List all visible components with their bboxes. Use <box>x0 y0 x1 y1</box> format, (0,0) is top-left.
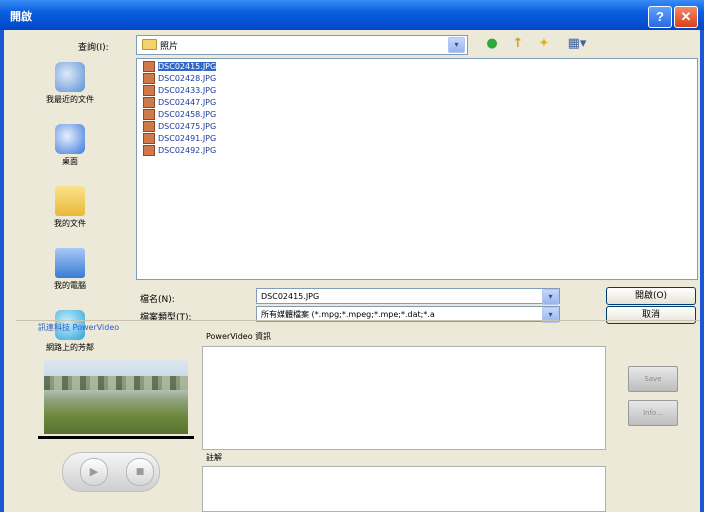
place-label: 我最近的文件 <box>46 95 94 104</box>
window-frame-left <box>0 30 4 512</box>
lookin-combo[interactable] <box>136 35 468 55</box>
lookin-value: 照片 <box>160 42 179 52</box>
up-folder-icon[interactable]: ↑ <box>510 36 526 52</box>
file-name: DSC02475.JPG <box>158 122 217 131</box>
folder-icon <box>142 39 157 50</box>
place-desktop[interactable]: 桌面 <box>16 124 124 182</box>
notes-label: 註解 <box>206 453 222 462</box>
notes-box[interactable] <box>202 466 606 512</box>
filename-label: 檔名(N): <box>140 295 175 305</box>
file-item[interactable]: DSC02447.JPG <box>143 97 216 109</box>
window-title: 開啟 <box>10 11 32 23</box>
file-item[interactable]: DSC02492.JPG <box>143 145 216 157</box>
close-button[interactable]: ✕ <box>674 6 698 28</box>
play-icon[interactable]: ▶ <box>80 458 108 486</box>
back-icon[interactable]: ● <box>484 36 500 52</box>
place-recent[interactable]: 我最近的文件 <box>16 62 124 120</box>
cancel-button[interactable]: 取消 <box>606 306 696 324</box>
place-label: 桌面 <box>62 157 78 166</box>
divider <box>16 320 700 321</box>
desktop-icon <box>55 124 85 154</box>
jpg-file-icon <box>143 85 155 96</box>
lookin-dropdown-arrow[interactable]: ▾ <box>448 37 465 53</box>
place-my-documents[interactable]: 我的文件 <box>16 186 124 244</box>
place-label: 我的電腦 <box>54 281 86 290</box>
place-label: 網路上的芳鄰 <box>46 343 94 352</box>
preview-progress-bar[interactable] <box>38 436 194 439</box>
help-button[interactable]: ? <box>648 6 672 28</box>
jpg-file-icon <box>143 73 155 84</box>
preview-thumbnail-treeline <box>44 376 188 390</box>
file-name: DSC02492.JPG <box>158 146 217 155</box>
jpg-file-icon <box>143 121 155 132</box>
new-folder-icon[interactable]: ✦ <box>536 36 552 52</box>
stop-icon[interactable]: ■ <box>126 458 154 486</box>
title-bar <box>0 0 704 30</box>
view-menu-icon[interactable]: ▦▾ <box>562 36 592 52</box>
file-name: DSC02447.JPG <box>158 98 217 107</box>
filetype-label: 檔案類型(T): <box>140 313 192 323</box>
place-label: 我的文件 <box>54 219 86 228</box>
window-frame-right <box>700 30 704 512</box>
my-documents-icon <box>55 186 85 216</box>
open-button[interactable]: 開啟(O) <box>606 287 696 305</box>
file-name: DSC02428.JPG <box>158 74 217 83</box>
file-item[interactable]: DSC02458.JPG <box>143 109 216 121</box>
lookin-label: 查詢(I): <box>78 43 109 53</box>
jpg-file-icon <box>143 109 155 120</box>
filename-dropdown-arrow[interactable]: ▾ <box>542 289 559 305</box>
info-label: PowerVideo 資訊 <box>206 332 272 341</box>
places-bar: 我最近的文件 桌面 我的文件 我的電腦 網路上的芳鄰 <box>16 58 124 352</box>
jpg-file-icon <box>143 97 155 108</box>
file-name: DSC02433.JPG <box>158 86 217 95</box>
recent-docs-icon <box>55 62 85 92</box>
jpg-file-icon <box>143 145 155 156</box>
file-item[interactable]: DSC02475.JPG <box>143 121 216 133</box>
preview-thumbnail <box>44 360 188 434</box>
info-button[interactable]: Info... <box>628 400 678 426</box>
file-list[interactable]: DSC02415.JPG DSC02428.JPG DSC02433.JPG D… <box>136 58 698 280</box>
place-my-computer[interactable]: 我的電腦 <box>16 248 124 306</box>
jpg-file-icon <box>143 61 155 72</box>
preview-tab-label[interactable]: 訊連科技 PowerVideo <box>38 322 119 333</box>
save-button[interactable]: Save <box>628 366 678 392</box>
file-item[interactable]: DSC02491.JPG <box>143 133 216 145</box>
filename-field[interactable]: DSC02415.JPG <box>256 288 560 304</box>
file-name: DSC02415.JPG <box>158 62 217 71</box>
file-item[interactable]: DSC02433.JPG <box>143 85 216 97</box>
file-name: DSC02458.JPG <box>158 110 217 119</box>
info-box <box>202 346 606 450</box>
jpg-file-icon <box>143 133 155 144</box>
file-item[interactable]: DSC02415.JPG <box>143 61 217 73</box>
file-item[interactable]: DSC02428.JPG <box>143 73 216 85</box>
file-name: DSC02491.JPG <box>158 134 217 143</box>
my-computer-icon <box>55 248 85 278</box>
